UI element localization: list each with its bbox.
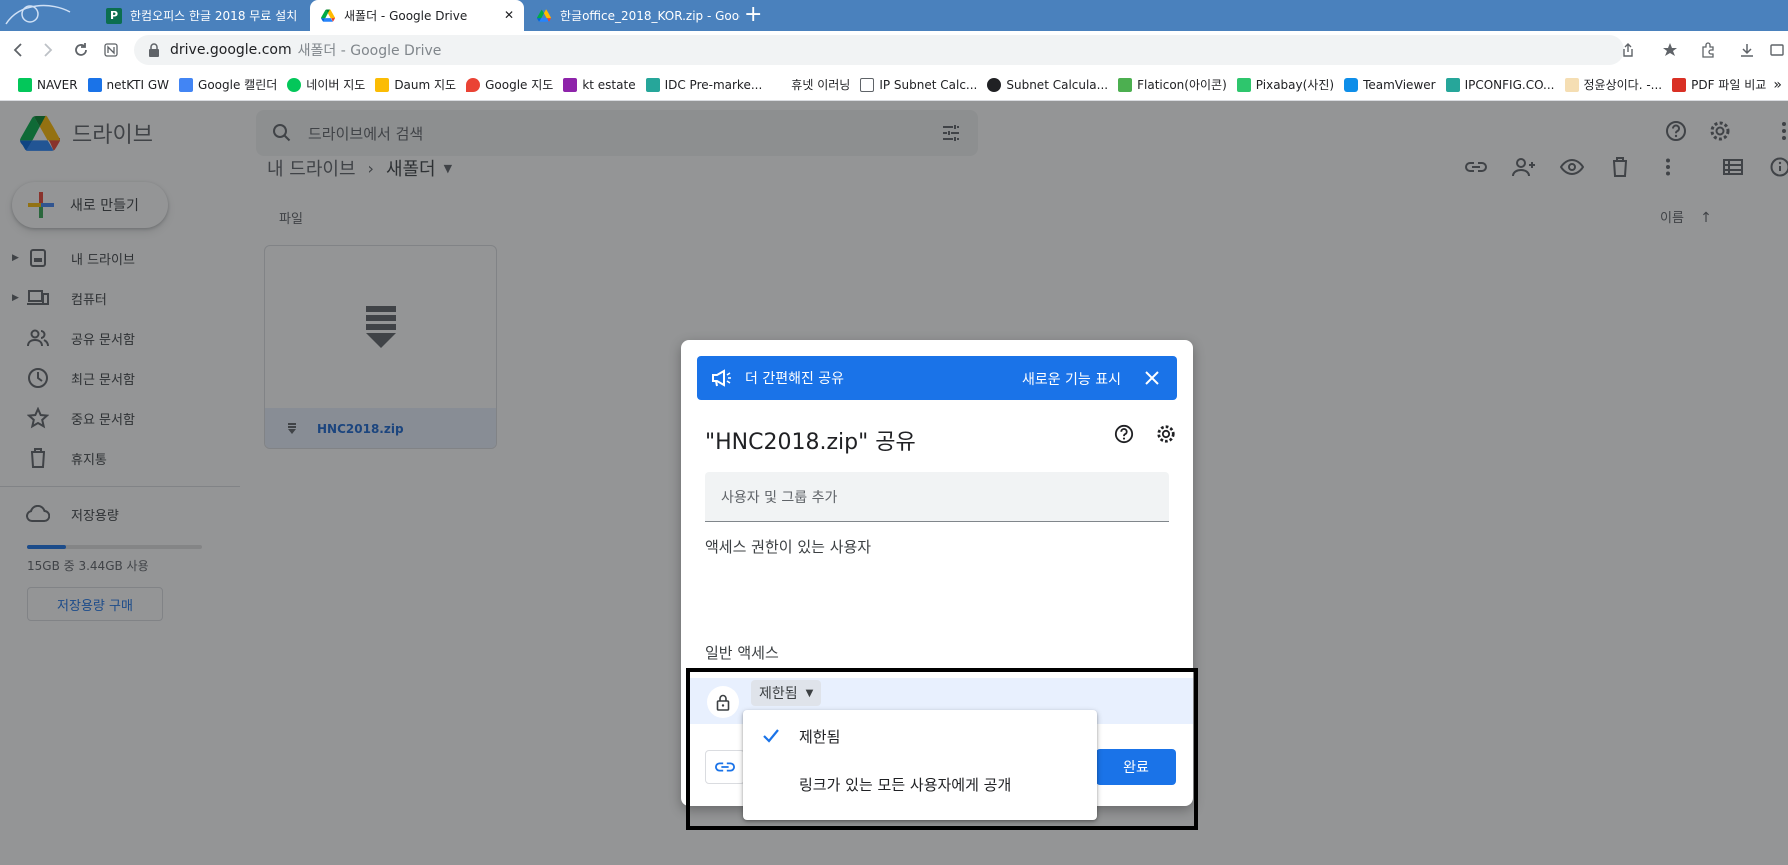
highlight-annotation (686, 668, 1198, 830)
subnet-calculator-icon (987, 77, 1002, 92)
bookmark-flaticon[interactable]: Flaticon(아이콘) (1118, 76, 1227, 93)
lock-icon (149, 43, 159, 57)
bookmark-naver[interactable]: NAVER (18, 77, 78, 92)
bookmark-google-map[interactable]: Google 지도 (466, 76, 553, 93)
kt-estate-icon (563, 77, 578, 92)
bookmark-star-icon[interactable] (1659, 39, 1681, 61)
calendar-icon (179, 77, 194, 92)
browser-toolbar: drive.google.com 새폴더 - Google Drive (0, 31, 1788, 69)
close-tab-icon[interactable]: ✕ (504, 8, 514, 22)
download-icon[interactable] (1736, 39, 1758, 61)
url-host: drive.google.com (170, 42, 292, 58)
naver-extension-icon[interactable] (100, 39, 122, 61)
url-title: 새폴더 - Google Drive (297, 43, 442, 59)
blog-icon (1564, 77, 1579, 92)
naver-map-icon (287, 77, 302, 92)
bookmark-hunet[interactable]: 휴넷 이러닝 (772, 76, 850, 93)
bookmark-ipconfig[interactable]: IPCONFIG.CO... (1445, 77, 1555, 92)
bookmark-jungyunsang[interactable]: 정윤상이다. -... (1564, 76, 1662, 93)
bookmark-kt-estate[interactable]: kt estate (563, 77, 636, 92)
forward-icon[interactable] (36, 39, 58, 61)
hunet-icon (772, 77, 787, 92)
hancom-favicon-icon: P (106, 7, 122, 24)
pdf-icon (1672, 77, 1687, 92)
show-new-features-link[interactable]: 새로운 기능 표시 (1022, 369, 1121, 389)
ipconfig-icon (1445, 77, 1460, 92)
bookmark-ip-subnet[interactable]: IP Subnet Calc... (860, 77, 977, 92)
bookmark-netkti[interactable]: netKTI GW (87, 77, 169, 92)
bookmark-google-calendar[interactable]: Google 캘린더 (179, 76, 277, 93)
megaphone-icon (712, 369, 731, 387)
share-page-icon[interactable] (1617, 39, 1639, 61)
google-drive-favicon-icon (320, 8, 336, 24)
tab-title: 한컴오피스 한글 2018 무료 설치 (130, 9, 298, 23)
tab-title: 한글office_2018_KOR.zip - Goog (560, 9, 740, 23)
bookmark-pdf-compare[interactable]: PDF 파일 비교 (1672, 76, 1766, 93)
general-access-heading: 일반 액세스 (705, 644, 779, 662)
pixabay-icon (1236, 77, 1251, 92)
google-drive-favicon-icon (536, 8, 552, 24)
extensions-icon[interactable] (1697, 39, 1719, 61)
bookmark-daum-map[interactable]: Daum 지도 (375, 76, 456, 93)
flaticon-icon (1118, 77, 1133, 92)
netkti-icon (87, 77, 102, 92)
bookmarks-overflow-icon[interactable]: » (1773, 77, 1782, 93)
back-icon[interactable] (8, 39, 30, 61)
bookmark-subnet-calculator[interactable]: Subnet Calcula... (987, 77, 1108, 92)
banner-text: 더 간편해진 공유 (745, 371, 845, 387)
bookmarks-bar: NAVER netKTI GW Google 캘린더 네이버 지도 Daum 지… (0, 69, 1788, 101)
people-with-access-heading: 액세스 권한이 있는 사용자 (705, 538, 872, 556)
feature-banner: 더 간편해진 공유 새로운 기능 표시 (697, 356, 1177, 400)
idc-icon (645, 77, 660, 92)
add-people-placeholder: 사용자 및 그룹 추가 (721, 489, 838, 506)
bookmark-naver-map[interactable]: 네이버 지도 (287, 76, 365, 93)
help-icon[interactable] (1112, 422, 1136, 446)
teamviewer-icon (1344, 77, 1359, 92)
subnet-calc-icon (860, 77, 875, 92)
google-maps-icon (466, 77, 481, 92)
address-bar[interactable]: drive.google.com 새폴더 - Google Drive (134, 35, 1624, 65)
tab-title: 새폴더 - Google Drive (344, 9, 468, 23)
browser-tab-1[interactable]: P 한컴오피스 한글 2018 무료 설치 (96, 0, 308, 31)
browser-tab-3[interactable]: 한글office_2018_KOR.zip - Goog (526, 0, 740, 31)
reload-icon[interactable] (70, 39, 92, 61)
theme-decoration (5, 4, 71, 25)
bookmark-idc[interactable]: IDC Pre-marke... (645, 77, 762, 92)
browser-tab-strip: P 한컴오피스 한글 2018 무료 설치 새폴더 - Google Drive… (0, 0, 1788, 31)
daum-map-icon (375, 77, 390, 92)
browser-tab-2[interactable]: 새폴더 - Google Drive ✕ (310, 0, 524, 31)
bookmark-pixabay[interactable]: Pixabay(사진) (1236, 76, 1334, 93)
new-tab-button[interactable]: + (744, 3, 762, 27)
window-icon[interactable] (1766, 39, 1788, 61)
close-icon[interactable] (1141, 367, 1163, 389)
sharing-settings-gear-icon[interactable] (1154, 422, 1178, 446)
bookmark-teamviewer[interactable]: TeamViewer (1344, 77, 1436, 92)
add-people-input[interactable]: 사용자 및 그룹 추가 (705, 472, 1169, 522)
dialog-title: "HNC2018.zip" 공유 (705, 430, 916, 455)
naver-icon (18, 77, 32, 92)
